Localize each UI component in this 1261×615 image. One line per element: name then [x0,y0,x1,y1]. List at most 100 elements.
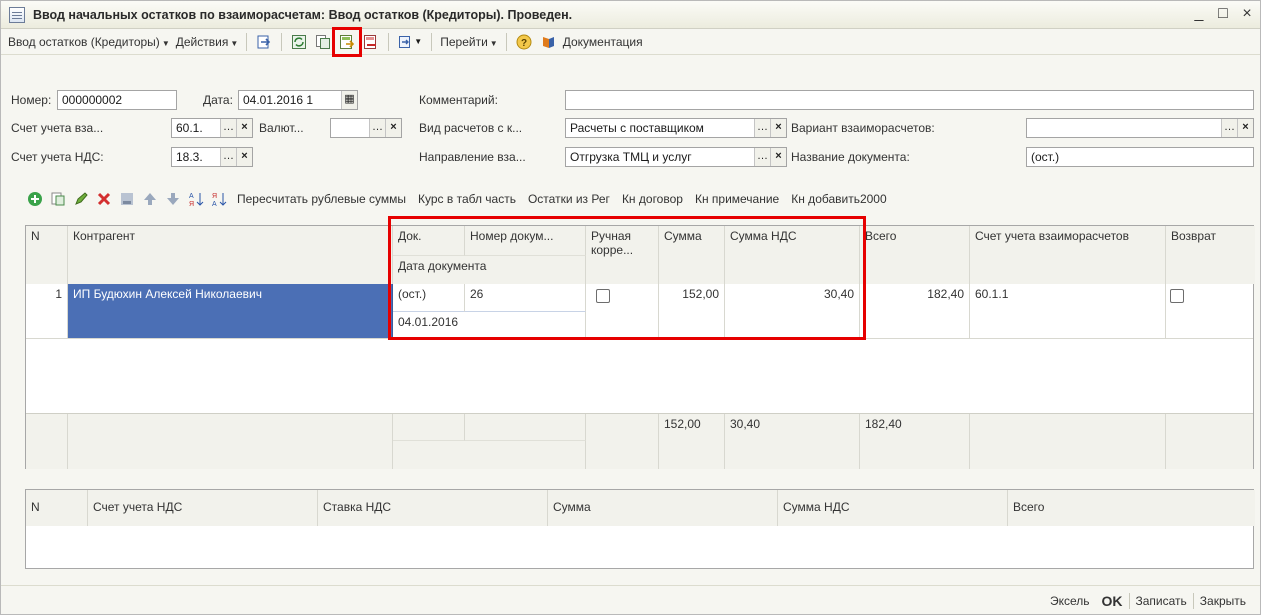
row-sum[interactable]: 152,00 [659,284,725,338]
col-doc-header[interactable]: Док. [393,226,465,256]
clear-icon[interactable]: × [770,148,786,166]
col-vat-header[interactable]: Сумма НДС [725,226,860,284]
chevron-down-icon: ▼ [230,38,239,48]
close-window-button[interactable]: × [1240,5,1254,23]
move-up-icon[interactable] [140,189,160,209]
col-docnum-header[interactable]: Номер докум... [465,226,586,256]
ok-button[interactable]: OK [1096,593,1129,609]
add-row-icon[interactable] [25,189,45,209]
copy-document-icon[interactable] [313,32,333,52]
vat-col-account-header[interactable]: Счет учета НДС [88,490,318,526]
kn-note-button[interactable]: Кн примечание [695,192,779,206]
menu-input-balances[interactable]: Ввод остатков (Кредиторы) ▼ [5,33,173,51]
move-down-icon[interactable] [163,189,183,209]
clear-icon[interactable]: × [236,148,252,166]
account-value: 60.1. [176,121,203,135]
number-field[interactable]: 000000002 [57,90,177,110]
end-edit-icon[interactable] [117,189,137,209]
svg-text:A: A [189,193,194,200]
col-account-header[interactable]: Счет учета взаиморасчетов [970,226,1166,284]
manual-checkbox[interactable] [596,289,610,303]
row-total[interactable]: 182,40 [860,284,970,338]
row-doc[interactable]: (ост.) [393,284,465,312]
variant-label: Вариант взаиморасчетов: [791,121,935,135]
col-manual-header[interactable]: Ручная корре... [586,226,659,284]
sort-ascending-icon[interactable]: AЯ [186,189,206,209]
post-and-close-icon[interactable] [254,32,274,52]
col-total-header[interactable]: Всего [860,226,970,284]
chevron-down-icon: ▼ [161,38,170,48]
row-contractor[interactable]: ИП Будюхин Алексей Николаевич [68,284,393,338]
copy-row-icon[interactable] [48,189,68,209]
account-field[interactable]: 60.1. … × [171,118,253,138]
calendar-icon[interactable]: ▦ [341,91,357,109]
direction-field[interactable]: Отгрузка ТМЦ и услуг … × [565,147,787,167]
delete-row-icon[interactable] [94,189,114,209]
total-sum: 152,00 [659,414,725,469]
variant-select-buttons: … × [1221,119,1253,137]
vat-col-sum-header[interactable]: Сумма [548,490,778,526]
documentation-icon[interactable] [538,32,558,52]
document-icon [9,6,25,23]
col-return-header[interactable]: Возврат [1166,226,1255,284]
date-field[interactable]: 04.01.2016 1 ▦ [238,90,358,110]
select-button[interactable]: … [754,148,770,166]
col-contractor-header[interactable]: Контрагент [68,226,393,284]
create-based-on-icon[interactable]: ▼ [396,32,424,52]
excel-button[interactable]: Эксель [1044,594,1096,608]
row-account[interactable]: 60.1.1 [970,284,1166,338]
recalc-rub-sums-button[interactable]: Пересчитать рублевые суммы [237,192,406,206]
post-document-icon[interactable] [332,26,363,57]
menu-actions[interactable]: Действия ▼ [173,33,242,51]
balances-from-register-button[interactable]: Остатки из Рег [528,192,610,206]
documentation-link[interactable]: Документация [560,33,646,51]
vat-account-value: 18.3. [176,150,203,164]
unpost-document-icon[interactable] [361,32,381,52]
col-n-header[interactable]: N [26,226,68,284]
vat-col-vat-header[interactable]: Сумма НДС [778,490,1008,526]
vat-col-total-header[interactable]: Всего [1008,490,1255,526]
clear-icon[interactable]: × [770,119,786,137]
date-picker[interactable]: ▦ [341,91,357,109]
vat-col-n-header[interactable]: N [26,490,88,526]
window-title: Ввод начальных остатков по взаиморасчета… [33,7,573,22]
menu-goto[interactable]: Перейти ▼ [437,33,500,51]
row-vat[interactable]: 30,40 [725,284,860,338]
comment-field[interactable] [565,90,1254,110]
edit-row-icon[interactable] [71,189,91,209]
docname-field[interactable]: (ост.) [1026,147,1254,167]
help-icon[interactable]: ? [514,32,534,52]
clear-icon[interactable]: × [236,119,252,137]
calc-type-field[interactable]: Расчеты с поставщиком … × [565,118,787,138]
currency-field[interactable]: … × [330,118,402,138]
col-docdate-header[interactable]: Дата документа [393,256,586,284]
close-button[interactable]: Закрыть [1194,594,1252,608]
maximize-button[interactable]: □ [1216,5,1230,23]
row-docdate[interactable]: 04.01.2016 [393,312,586,338]
save-button[interactable]: Записать [1130,594,1193,608]
sort-descending-icon[interactable]: ЯA [209,189,229,209]
minimize-button[interactable]: _ [1192,5,1206,23]
select-button[interactable]: … [1221,119,1237,137]
rate-to-table-button[interactable]: Курс в табл часть [418,192,516,206]
vat-col-rate-header[interactable]: Ставка НДС [318,490,548,526]
account-select-buttons: … × [220,119,252,137]
select-button[interactable]: … [220,119,236,137]
vat-account-label: Счет учета НДС: [11,150,104,164]
select-button[interactable]: … [754,119,770,137]
kn-add2000-button[interactable]: Кн добавить2000 [791,192,886,206]
select-button[interactable]: … [369,119,385,137]
vat-account-field[interactable]: 18.3. … × [171,147,253,167]
select-button[interactable]: … [220,148,236,166]
total-vat: 30,40 [725,414,860,469]
calc-type-label: Вид расчетов с к... [419,121,523,135]
variant-field[interactable]: … × [1026,118,1254,138]
clear-icon[interactable]: × [1237,119,1253,137]
clear-icon[interactable]: × [385,119,401,137]
kn-contract-button[interactable]: Кн договор [622,192,683,206]
refresh-icon[interactable] [289,32,309,52]
row-docnum[interactable]: 26 [465,284,586,312]
svg-text:Я: Я [189,201,194,207]
return-checkbox[interactable] [1170,289,1184,303]
col-sum-header[interactable]: Сумма [659,226,725,284]
